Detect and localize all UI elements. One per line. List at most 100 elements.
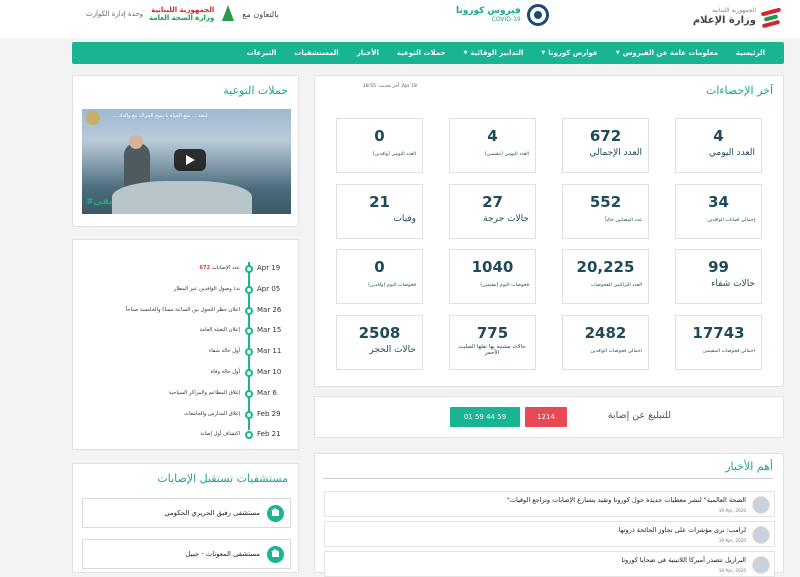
news-headline[interactable]: "الصحة العالمية" لنشر معطيات جديدة حول ك… <box>507 496 746 504</box>
stat-box: 0 العدد اليومي (وافدين) <box>336 118 423 173</box>
stat-value: 99 <box>708 258 729 276</box>
stat-box: 17743 اجمالي فحوصات المقيمين <box>675 315 762 370</box>
stat-value: 0 <box>374 258 385 276</box>
stat-value: 0 <box>374 127 385 145</box>
stat-box: 99 حالات شفاء <box>675 249 762 304</box>
hospital-item[interactable]: مستشفى رفيق الحريري الحكومي <box>82 498 291 528</box>
stat-box: 27 حالات حرجة <box>449 184 536 239</box>
lebanon-flag-icon <box>760 6 782 29</box>
stat-label: العدد اليومي (مقيمين) <box>484 152 529 157</box>
stat-label: حالات مشتبه بها نقلها الصليب الأحمر <box>458 344 526 357</box>
ministry-name: وزارة الإعلام <box>692 14 756 26</box>
timeline-text: اعلان حظر التجول بين الساعة مساءً والخام… <box>126 307 240 313</box>
news-item[interactable]: لرامب: نرى مؤشرات على تجاوز الجائحة ذروت… <box>324 521 775 547</box>
stat-box: 34 إجمالي اصابات الوافدين <box>675 184 762 239</box>
timeline-event: إعلان التعبئة العامة <box>199 327 240 334</box>
stat-value: 2508 <box>358 324 401 342</box>
news-thumbnail <box>752 556 770 574</box>
nav-item-label: التدابير الوقائية <box>470 49 524 57</box>
hospital-name: مستشفى المعونات - جبيل <box>185 550 260 558</box>
timeline-dot <box>245 306 253 315</box>
nav-item-label: معلومات عامة عن الفيروس <box>622 49 718 57</box>
report-bar: للتبليغ عن إصابة 1214 01 59 44 59 <box>314 396 784 438</box>
stat-label: حالات حرجة <box>483 214 529 224</box>
nav-item-7[interactable]: التبرعات <box>238 49 286 57</box>
hospitals-panel: مستشفيات تستقبل الإصابات مستشفى رفيق الح… <box>72 463 299 573</box>
timeline-item: Mar 11 أول حالة شفاء <box>73 345 300 359</box>
stat-label: حالات شفاء <box>711 279 755 289</box>
ministry-of-information-logo[interactable]: الجمهورية اللبنانية وزارة الإعلام <box>692 6 782 29</box>
stat-value: 21 <box>369 193 390 211</box>
ministry-republic-label: الجمهورية اللبنانية <box>711 7 756 15</box>
stat-label: فحوصات اليوم (وافدين) <box>368 283 416 288</box>
video-hashtag: #بقى <box>86 197 113 207</box>
news-headline[interactable]: لرامب: نرى مؤشرات على تجاوز الجائحة ذروت… <box>619 526 746 534</box>
timeline-item: Mar 10 أول حالة وفاة <box>73 366 300 380</box>
news-date: 19 Apr, 2020 <box>718 538 746 543</box>
partner-logos: وحدة إدارة الكوارث الجمهورية اللبنانية و… <box>86 5 279 23</box>
nav-item-3[interactable]: ▼ التدابير الوقائية <box>455 49 533 57</box>
hospital-item[interactable]: مستشفى المعونات - جبيل <box>82 539 291 569</box>
timeline-date: Mar 15 <box>257 326 282 335</box>
news-item[interactable]: "الصحة العالمية" لنشر معطيات جديدة حول ك… <box>324 491 775 517</box>
timeline-item: Mar 26 اعلان حظر التجول بين الساعة مساءً … <box>73 304 300 318</box>
timeline-dot <box>245 389 253 398</box>
moh-name: وزارة الصحة العامة <box>149 14 215 22</box>
nav-item-0[interactable]: الرئيسية <box>727 49 774 57</box>
nav-item-5[interactable]: الأخبار <box>348 49 388 57</box>
timeline-dot <box>245 348 253 357</box>
nav-item-label: الأخبار <box>356 49 379 57</box>
nav-item-2[interactable]: ▼ عوارض كورونا <box>532 49 606 57</box>
play-icon[interactable] <box>174 149 206 171</box>
timeline-dot <box>245 431 253 440</box>
video-title[interactable]: ... ابتعد ... متع الحياة يا شيخ الحراك م… <box>112 113 282 119</box>
timeline-item: Apr 19 672 عدد الإصابات <box>73 262 300 276</box>
campaign-video[interactable]: ... ابتعد ... متع الحياة يا شيخ الحراك م… <box>82 109 291 214</box>
news-divider <box>323 478 773 479</box>
nav-item-1[interactable]: ▼ معلومات عامة عن الفيروس <box>607 49 727 57</box>
news-date: 19 Apr, 2020 <box>718 508 746 513</box>
timeline-text: بدء وصول الوافدين عبر المطار <box>174 286 240 292</box>
timeline-dot <box>245 369 253 377</box>
stat-box: 672 العدد الإجمالي <box>562 118 649 173</box>
collab-label: بالتعاون مع <box>242 9 279 19</box>
stat-label: العدد التراكمي للفحوصات <box>590 283 642 288</box>
stat-label: وفيات <box>393 214 416 224</box>
timeline-text: اكتشاف أول إصابة <box>200 431 240 437</box>
timeline-date: Mar 10 <box>257 368 282 376</box>
timeline-highlight: 672 <box>199 265 211 271</box>
news-title: أهم الأخبار <box>725 460 773 473</box>
covid-subtitle: COVID-19 <box>491 15 521 23</box>
stat-value: 672 <box>589 127 622 145</box>
stats-title: آخر الإحصاءات <box>705 84 773 97</box>
timeline-event: عدد الإصابات <box>211 265 240 271</box>
news-item[interactable]: البرازيل تتصدر أميركا اللاتينية في ضحايا… <box>324 551 775 577</box>
last-update: آخر تحديث: 18:55 ,Apr 18 <box>363 84 417 89</box>
timeline-text: إغلاق المطاعم والمراكز السياحية <box>169 390 240 396</box>
nav-item-6[interactable]: المستشفيات <box>285 49 347 57</box>
stat-box: 552 عدد المصابين حالياً <box>562 184 649 239</box>
stat-value: 552 <box>589 193 622 211</box>
timeline-dot <box>245 285 253 294</box>
timeline-text: 672 عدد الإصابات <box>199 265 240 271</box>
hotline-green-button[interactable]: 01 59 44 59 <box>450 407 520 427</box>
timeline-event: اعلان حظر التجول بين الساعة مساءً والخام… <box>125 306 240 313</box>
timeline-dot <box>245 327 253 336</box>
campaigns-title: حملات التوعية <box>223 84 288 97</box>
news-headline[interactable]: البرازيل تتصدر أميركا اللاتينية في ضحايا… <box>621 556 746 564</box>
home-icon <box>267 505 284 522</box>
timeline-event: أول حالة وفاة <box>210 369 240 375</box>
stat-value: 4 <box>713 127 724 145</box>
video-boat <box>112 181 252 214</box>
stat-box: 2482 اجمالي فحوصات الوافدين <box>562 315 649 370</box>
nav-item-4[interactable]: حملات التوعية <box>388 49 455 57</box>
hotline-red-button[interactable]: 1214 <box>525 407 567 427</box>
timeline-text: إعلان التعبئة العامة <box>200 327 240 333</box>
timeline-dot <box>245 265 253 273</box>
covid-logo[interactable]: فيروس كورونا COVID-19 <box>456 4 549 26</box>
hospital-name: مستشفى رفيق الحريري الحكومي <box>164 509 260 517</box>
stat-value: 1040 <box>471 258 514 276</box>
timeline-date: Mar 11 <box>257 347 282 356</box>
news-thumbnail <box>752 526 770 544</box>
virus-icon <box>526 4 549 26</box>
